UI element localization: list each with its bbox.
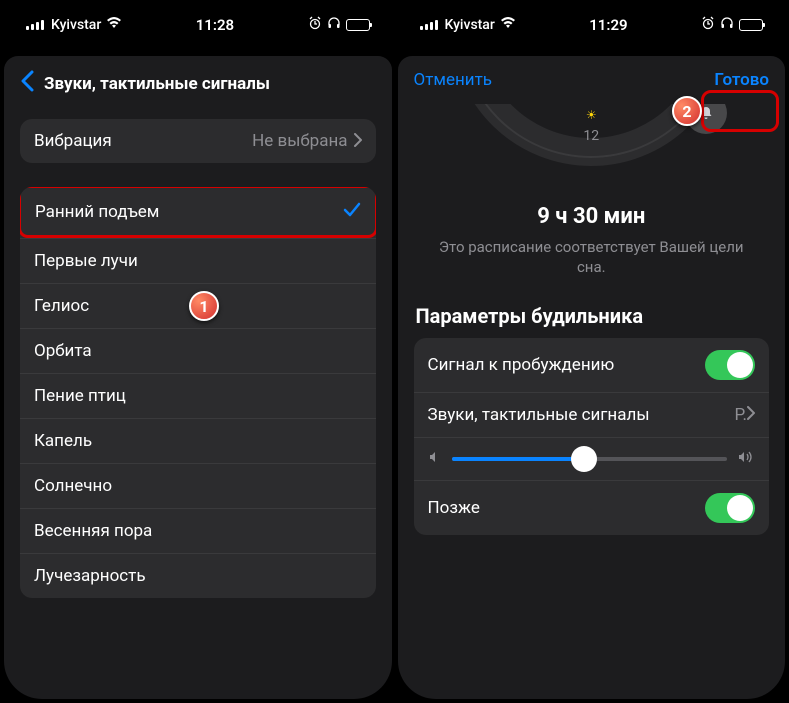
sound-option[interactable]: Капель bbox=[20, 418, 376, 463]
schedule-sheet: Отменить Готово ☀︎ 12 9 ч 30 мин Это рас… bbox=[398, 56, 786, 699]
chevron-right-icon bbox=[354, 132, 362, 151]
headphones-icon bbox=[720, 16, 734, 34]
annotation-marker-1: 1 bbox=[189, 291, 219, 321]
alarm-section-header: Параметры будильника bbox=[416, 304, 768, 328]
sound-option-selected[interactable]: Ранний подъем bbox=[20, 187, 376, 238]
wake-signal-row: Сигнал к пробуждению bbox=[414, 338, 770, 392]
sounds-haptics-label: Звуки, тактильные сигналы bbox=[428, 405, 735, 425]
page-title: Звуки, тактильные сигналы bbox=[44, 74, 270, 94]
headphones-icon bbox=[327, 16, 341, 34]
status-time: 11:28 bbox=[196, 16, 234, 34]
battery-icon bbox=[346, 19, 370, 31]
alarm-options-group: Сигнал к пробуждению Звуки, тактильные с… bbox=[414, 338, 770, 535]
carrier-label: Kyivstar bbox=[51, 17, 101, 33]
phone-left: Kyivstar 11:28 Звуки, тактильные сигналы bbox=[4, 4, 392, 699]
annotation-marker-2: 2 bbox=[672, 96, 702, 126]
snooze-label: Позже bbox=[428, 498, 706, 518]
wake-signal-toggle[interactable] bbox=[705, 350, 755, 380]
sound-label: Ранний подъем bbox=[35, 202, 343, 222]
sound-option[interactable]: Первые лучи bbox=[20, 238, 376, 283]
alarm-icon bbox=[308, 16, 322, 34]
carrier-label: Kyivstar bbox=[445, 17, 495, 33]
vibration-label: Вибрация bbox=[34, 131, 252, 151]
speaker-high-icon bbox=[737, 450, 755, 468]
vibration-group: Вибрация Не выбрана bbox=[20, 119, 376, 163]
slider-thumb[interactable] bbox=[571, 446, 597, 472]
sounds-haptics-row[interactable]: Звуки, тактильные сигналы Р. bbox=[414, 393, 770, 437]
duration-summary: 9 ч 30 мин Это расписание соответствует … bbox=[414, 182, 770, 298]
snooze-toggle[interactable] bbox=[705, 493, 755, 523]
back-button[interactable] bbox=[20, 70, 34, 97]
wifi-icon bbox=[106, 17, 122, 33]
chevron-right-icon bbox=[747, 405, 755, 424]
status-bar: Kyivstar 11:28 bbox=[4, 4, 392, 40]
sound-option[interactable]: Весенняя пора bbox=[20, 508, 376, 553]
nav-bar: Звуки, тактильные сигналы bbox=[4, 56, 392, 111]
sound-option[interactable]: Солнечно bbox=[20, 463, 376, 508]
vibration-row[interactable]: Вибрация Не выбрана bbox=[20, 119, 376, 163]
snooze-row: Позже bbox=[414, 480, 770, 535]
duration-subtitle: Это расписание соответствует Вашей цели … bbox=[424, 237, 760, 278]
signal-icon bbox=[26, 20, 44, 30]
cancel-button[interactable]: Отменить bbox=[414, 70, 493, 90]
status-bar: Kyivstar 11:29 bbox=[398, 4, 786, 40]
volume-slider[interactable] bbox=[452, 457, 728, 461]
annotation-outline-done bbox=[701, 90, 779, 132]
speaker-low-icon bbox=[428, 450, 442, 468]
sounds-haptics-value: Р. bbox=[734, 405, 747, 425]
wifi-icon bbox=[500, 17, 516, 33]
sounds-sheet: Звуки, тактильные сигналы Вибрация Не вы… bbox=[4, 56, 392, 699]
sound-option[interactable]: Орбита bbox=[20, 328, 376, 373]
volume-slider-row bbox=[414, 437, 770, 480]
alarm-icon bbox=[701, 16, 715, 34]
dial-number-12: 12 bbox=[583, 128, 599, 144]
vibration-value: Не выбрана bbox=[252, 131, 347, 151]
sound-list: Ранний подъем Первые лучи Гелиос Орбита … bbox=[20, 187, 376, 598]
battery-icon bbox=[739, 19, 763, 31]
signal-icon bbox=[420, 20, 438, 30]
duration-label: 9 ч 30 мин bbox=[424, 204, 760, 229]
checkmark-icon bbox=[343, 200, 361, 223]
sun-icon: ☀︎ bbox=[586, 108, 597, 122]
sound-option[interactable]: Пение птиц bbox=[20, 373, 376, 418]
sound-option[interactable]: Лучезарность bbox=[20, 553, 376, 598]
status-time: 11:29 bbox=[589, 16, 627, 34]
done-button[interactable]: Готово bbox=[714, 70, 769, 90]
wake-signal-label: Сигнал к пробуждению bbox=[428, 355, 706, 375]
